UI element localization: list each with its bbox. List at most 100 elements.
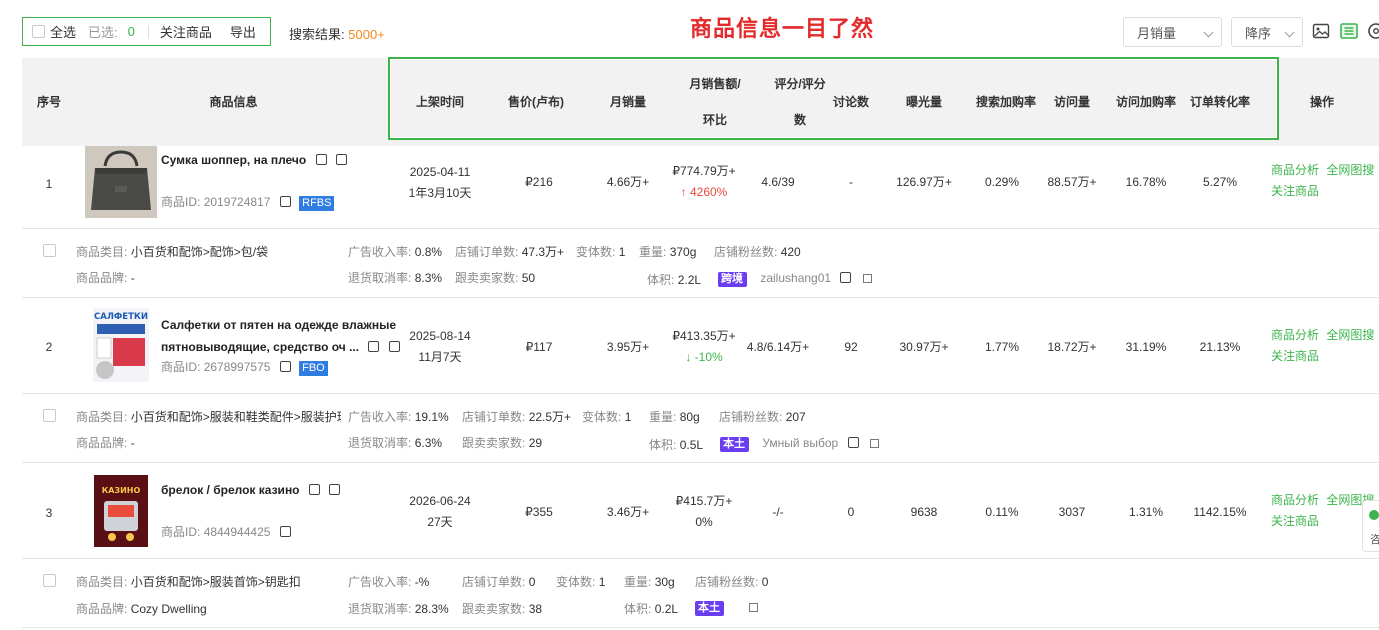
listed-date: 2025-08-14: [409, 329, 471, 343]
sort-order-select[interactable]: 降序: [1231, 17, 1303, 47]
monthly-revenue: ₽415.7万+ 0%: [661, 490, 747, 534]
order-conv-rate: 21.13%: [1199, 339, 1241, 354]
rating: -/-: [772, 504, 784, 519]
detail-brand: 商品品牌: -: [76, 436, 135, 450]
image-view-icon[interactable]: [1312, 22, 1330, 40]
row-index: 2: [45, 339, 53, 354]
market-tag: 本土: [720, 437, 749, 452]
copy-icon[interactable]: [279, 358, 293, 372]
follow-product-link[interactable]: 关注商品: [1271, 514, 1319, 528]
revenue-value: ₽415.7万+: [675, 494, 733, 508]
table-row: 1 Сумка шоппер, на плечо 商品ID: 201972481…: [0, 146, 1379, 228]
detail-variants: 变体数: 1: [556, 575, 606, 589]
follow-products-button[interactable]: 关注商品: [160, 22, 212, 41]
external-link-icon[interactable]: [862, 274, 872, 283]
visit-cart-rate: 1.31%: [1128, 504, 1164, 519]
revenue-value: ₽413.35万+: [672, 329, 736, 343]
divider: [147, 24, 149, 39]
product-title[interactable]: Сумка шоппер, на плечо: [161, 149, 349, 171]
copy-icon[interactable]: [329, 481, 343, 495]
detail-weight: 重量: 370g: [639, 245, 697, 259]
row-actions: 商品分析 全网图搜 关注商品: [1271, 325, 1374, 367]
search-cart-rate: 0.11%: [985, 504, 1019, 519]
product-title[interactable]: Салфетки от пятен на одежде влажные пятн…: [161, 314, 402, 358]
row-checkbox[interactable]: [43, 244, 56, 257]
selected-count: 0: [127, 24, 135, 39]
copy-icon[interactable]: [315, 151, 329, 165]
row-checkbox[interactable]: [43, 574, 56, 587]
order-conv-rate: 1142.15%: [1193, 504, 1247, 519]
monthly-sales: 3.95万+: [606, 339, 650, 354]
product-id: 商品ID: 2678997575 FBO: [161, 358, 328, 376]
detail-followers: 跟卖卖家数: 50: [455, 271, 536, 285]
product-thumbnail[interactable]: КАЗИНО: [94, 475, 148, 547]
price: ₽117: [525, 339, 553, 354]
detail-ad-rate: 广告收入率: 19.1%: [348, 410, 449, 424]
selected-label: 已选:: [88, 25, 118, 40]
revenue-change: 0%: [695, 515, 713, 529]
table-row: 3 КАЗИНО брелок / брелок казино 商品ID: 48…: [0, 463, 1379, 558]
export-button[interactable]: 导出: [230, 22, 256, 41]
row-detail: 商品类目: 小百货和配饰>服装和鞋类配件>服装护理产 商品品牌: - 广告收入率…: [0, 394, 1379, 462]
select-all-label[interactable]: 全选: [50, 22, 76, 41]
detail-shop-orders: 店铺订单数: 22.5万+: [462, 410, 572, 424]
product-thumbnail[interactable]: [85, 146, 157, 218]
detail-shop-fans: 店铺粉丝数: 0: [695, 575, 769, 589]
copy-icon[interactable]: [279, 193, 293, 207]
detail-market-shop: 跨境 zailushang01: [718, 269, 872, 287]
visits: 88.57万+: [1047, 174, 1097, 189]
copy-icon[interactable]: [335, 151, 349, 165]
consult-side-tab[interactable]: 咨: [1362, 500, 1379, 552]
row-checkbox[interactable]: [43, 409, 56, 422]
market-tag: 本土: [695, 601, 724, 616]
copy-icon[interactable]: [279, 523, 293, 537]
product-analysis-link[interactable]: 商品分析: [1271, 328, 1319, 342]
detail-brand: 商品品牌: Cozy Dwelling: [76, 602, 207, 616]
copy-icon[interactable]: [368, 338, 382, 352]
row-index: 3: [45, 505, 53, 520]
order-conv-rate: 5.27%: [1202, 174, 1238, 189]
product-title[interactable]: брелок / брелок казино: [161, 479, 343, 501]
copy-icon[interactable]: [840, 269, 854, 283]
follow-product-link[interactable]: 关注商品: [1271, 184, 1319, 198]
discussions: 0: [847, 504, 855, 519]
rating: 4.8/6.14万+: [746, 339, 810, 354]
detail-weight: 重量: 80g: [649, 410, 700, 424]
detail-weight: 重量: 30g: [624, 575, 675, 589]
copy-icon[interactable]: [308, 481, 322, 495]
product-title-line2: пятновыводящие, средство оч ...: [161, 340, 360, 354]
follow-product-link[interactable]: 关注商品: [1271, 349, 1319, 363]
revenue-change: ↑ 4260%: [680, 185, 728, 199]
shop-name[interactable]: Умный выбор: [762, 436, 838, 450]
product-title-line1: Салфетки от пятен на одежде влажные: [161, 318, 397, 332]
shop-name[interactable]: zailushang01: [760, 271, 831, 285]
settings-icon[interactable]: [1367, 22, 1379, 40]
product-id-label: 商品ID:: [161, 360, 201, 374]
detail-market-shop: 本土: [695, 600, 759, 616]
sort-field-select[interactable]: 月销量: [1123, 17, 1222, 47]
product-analysis-link[interactable]: 商品分析: [1271, 163, 1319, 177]
detail-return-rate: 退货取消率: 8.3%: [348, 271, 443, 285]
list-view-icon[interactable]: [1340, 22, 1358, 40]
image-search-link[interactable]: 全网图搜: [1326, 328, 1374, 342]
select-all-checkbox[interactable]: [32, 25, 45, 38]
table-row: 2 САЛФЕТКИ Салфетки от пятен на одежде в…: [0, 298, 1379, 393]
product-id-label: 商品ID:: [161, 525, 201, 539]
product-thumbnail[interactable]: САЛФЕТКИ: [93, 308, 149, 382]
copy-icon[interactable]: [847, 434, 861, 448]
product-analysis-link[interactable]: 商品分析: [1271, 493, 1319, 507]
search-cart-rate: 0.29%: [984, 174, 1020, 189]
market-tag: 跨境: [718, 272, 747, 287]
external-link-icon[interactable]: [869, 439, 879, 448]
fulfillment-tag: FBO: [299, 361, 328, 376]
selection-box: 全选 已选: 0 关注商品 导出: [22, 17, 271, 46]
detail-volume: 体积: 2.2L: [647, 273, 702, 287]
detail-variants: 变体数: 1: [582, 410, 632, 424]
detail-volume: 体积: 0.2L: [624, 602, 679, 616]
exposure: 126.97万+: [896, 174, 952, 189]
price: ₽355: [525, 504, 553, 519]
listed-date: 2025-04-11: [409, 165, 471, 179]
external-link-icon[interactable]: [749, 603, 759, 612]
image-search-link[interactable]: 全网图搜: [1326, 163, 1374, 177]
discussions: 92: [844, 339, 858, 354]
